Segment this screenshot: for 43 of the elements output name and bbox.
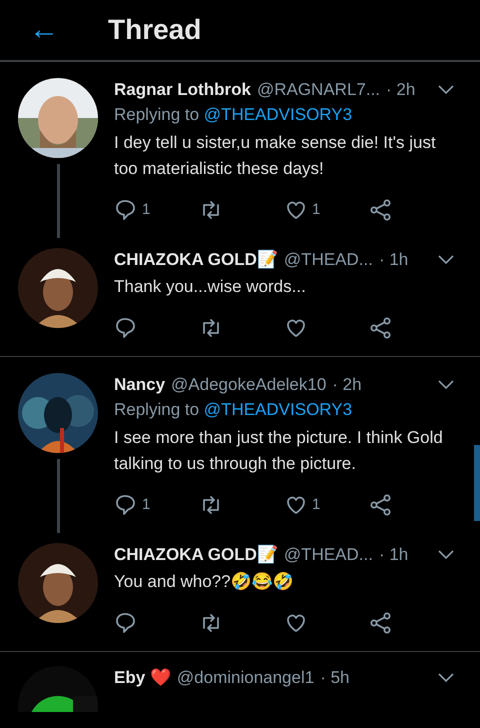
reply-button[interactable]: 1 [114,493,199,517]
replying-label: Replying to [114,400,200,419]
speech-bubble-icon [114,316,138,340]
post-time: · 5h [320,667,350,689]
author-handle[interactable]: @THEAD... [284,543,373,567]
author-name[interactable]: Eby ❤ [114,667,171,689]
chevron-down-icon[interactable] [438,380,454,390]
speech-bubble-icon [114,611,138,635]
page-title: Thread [108,13,202,47]
tweet-text: You and who??🤣😂🤣 [114,571,295,593]
chevron-down-icon[interactable] [438,85,454,95]
share-icon [369,611,393,635]
post-time: · 2h [332,374,362,396]
reply-button[interactable]: 1 [114,198,199,222]
author-handle[interactable]: @AdegokeAdelek10 [171,373,326,397]
author-handle[interactable]: @THEAD... [284,248,373,272]
chevron-down-icon[interactable] [438,550,454,560]
tweet-text: I dey tell u sister,u make sense die! It's just too materialistic these days! [114,132,437,180]
speech-bubble-icon [114,198,138,222]
mention-link[interactable]: @THEADVISORY3 [204,105,352,124]
tweet-text: Thank you...wise words... [114,276,307,298]
replying-label: Replying to [114,105,200,124]
tweet-text: I see more than just the picture. I think Gold talking to us through the picture. [114,427,444,475]
post-time: · 2h [386,79,416,101]
share-icon [369,493,393,517]
author-handle[interactable]: @RAGNARL7... [256,78,380,102]
author-name[interactable]: CHIAZOKA GOLD📝 [114,543,278,567]
post-time: · 1h [378,249,408,271]
author-name[interactable]: Ragnar Lothbrok [114,78,251,102]
author-name[interactable]: CHIAZOKA GOLD📝 [114,248,278,272]
post-time: · 1h [378,544,408,566]
like-button[interactable]: 1 [284,198,369,222]
author-handle[interactable]: @dominionangel1 [176,667,314,689]
author-name[interactable]: Nancy [114,373,166,397]
chevron-down-icon[interactable] [438,255,454,265]
back-button[interactable]: ← [24,15,64,45]
chevron-down-icon[interactable] [438,673,454,683]
share-icon [369,198,393,222]
speech-bubble-icon [114,493,138,517]
like-button[interactable]: 1 [284,493,369,517]
mention-link[interactable]: @THEADVISORY3 [204,400,352,419]
share-icon [369,316,393,340]
scrollbar[interactable] [474,445,480,521]
